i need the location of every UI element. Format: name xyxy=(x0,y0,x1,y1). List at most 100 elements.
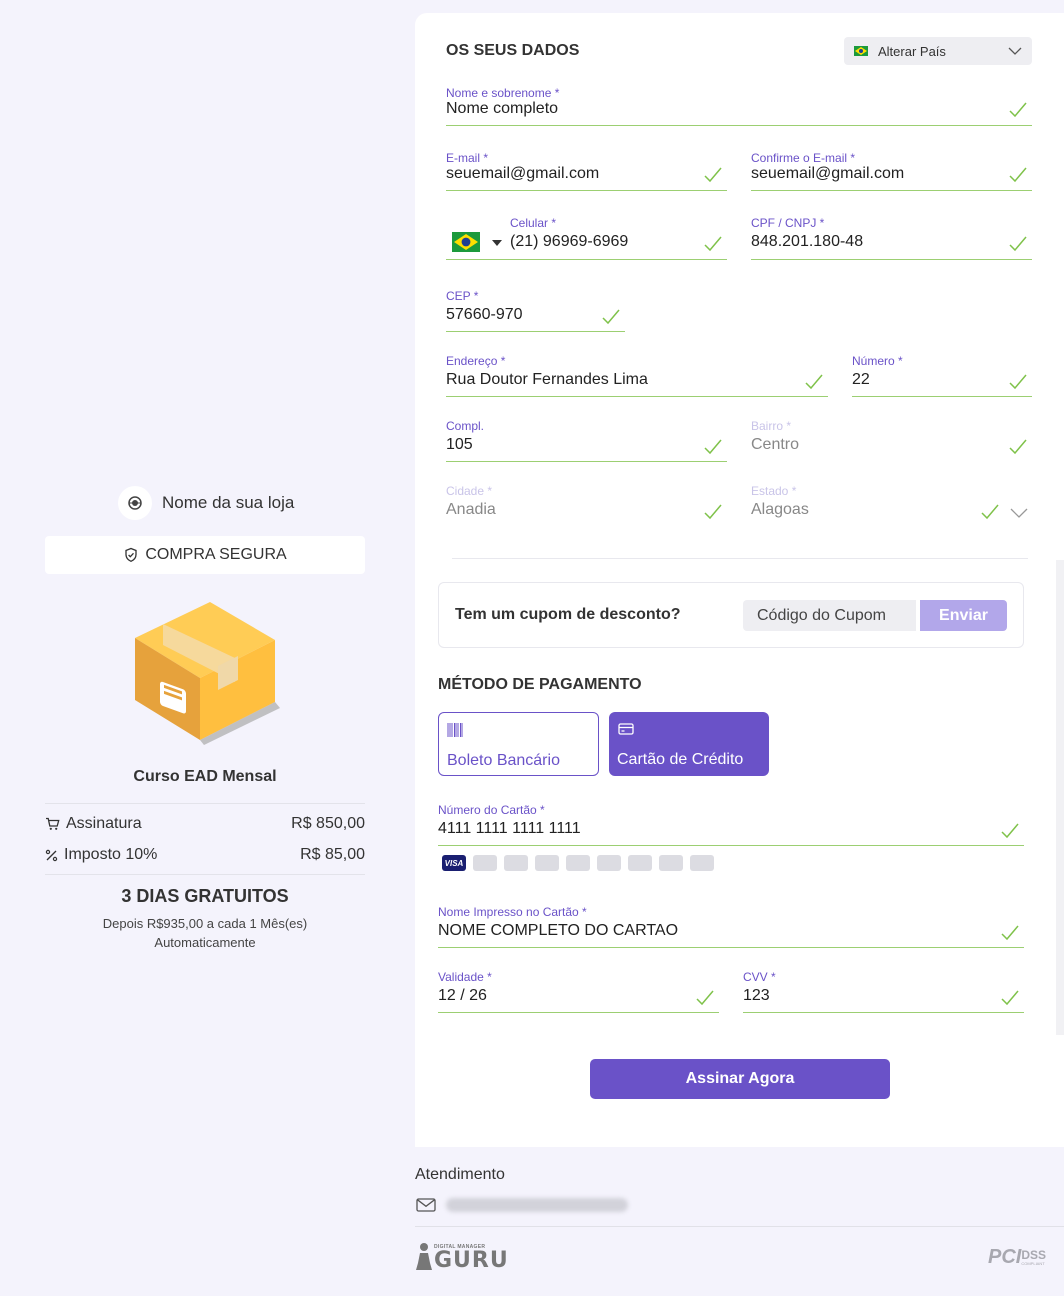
trial-title: 3 DIAS GRATUITOS xyxy=(121,886,289,906)
card-validity-input[interactable]: 12 / 26 xyxy=(438,987,487,1005)
field-label: CVV * xyxy=(743,970,776,984)
trial-description: Depois R$935,00 a cada 1 Mês(es) Automat… xyxy=(45,914,365,952)
card-brands: VISA xyxy=(442,855,714,871)
support-title: Atendimento xyxy=(415,1166,505,1183)
field-label: Número * xyxy=(852,354,903,368)
check-icon xyxy=(1001,990,1019,1006)
card-cvv-input[interactable]: 123 xyxy=(743,987,770,1005)
email-input[interactable]: seuemail@gmail.com xyxy=(446,165,599,183)
card-number-field[interactable]: Número do Cartão * 4111 1111 1111 1111 xyxy=(438,803,1024,846)
summary-line-subscription: Assinatura R$ 850,00 xyxy=(45,815,365,833)
check-icon xyxy=(1009,102,1027,118)
store-header: Nome da sua loja xyxy=(118,486,294,520)
credit-card-icon xyxy=(618,723,634,735)
support-email-redacted xyxy=(446,1198,628,1212)
card-validity-field[interactable]: Validade * 12 / 26 xyxy=(438,970,719,1013)
payment-method-boleto[interactable]: Boleto Bancário xyxy=(438,712,599,776)
check-icon xyxy=(805,374,823,390)
guru-logo-text: GURU xyxy=(434,1248,509,1273)
check-icon xyxy=(1001,823,1019,839)
email-confirm-input[interactable]: seuemail@gmail.com xyxy=(751,165,904,183)
diners-icon xyxy=(535,855,559,871)
field-label: Nome Impresso no Cartão * xyxy=(438,905,587,919)
check-icon xyxy=(696,990,714,1006)
address-field[interactable]: Endereço * Rua Doutor Fernandes Lima xyxy=(446,354,828,397)
scrollbar-track[interactable] xyxy=(1056,560,1064,1035)
check-icon xyxy=(1009,167,1027,183)
check-icon xyxy=(1009,439,1027,455)
personal-data-title: OS SEUS DADOS xyxy=(446,42,580,59)
field-label: Endereço * xyxy=(446,354,506,368)
neighborhood-input: Centro xyxy=(751,436,800,453)
product-box-icon xyxy=(135,602,280,745)
cart-icon xyxy=(46,817,60,830)
check-icon xyxy=(704,167,722,183)
caret-down-icon[interactable] xyxy=(492,240,502,246)
field-label: Validade * xyxy=(438,970,492,984)
complement-field[interactable]: Compl. 105 xyxy=(446,419,727,462)
address-input[interactable]: Rua Doutor Fernandes Lima xyxy=(446,371,648,389)
check-icon xyxy=(602,309,620,325)
pci-logo-text: PCI xyxy=(988,1246,1022,1268)
secure-purchase-badge: COMPRA SEGURA xyxy=(45,536,365,574)
phone-field[interactable]: Celular * (21) 96969-6969 xyxy=(446,216,727,260)
shield-check-icon xyxy=(125,547,137,563)
field-label: CEP * xyxy=(446,289,479,303)
email-field[interactable]: E-mail * seuemail@gmail.com xyxy=(446,151,727,191)
neighborhood-field: Bairro * Centro xyxy=(751,419,1032,462)
change-country-select[interactable]: Alterar País xyxy=(844,37,1032,65)
number-input[interactable]: 22 xyxy=(852,371,870,389)
discover-icon xyxy=(566,855,590,871)
barcode-icon xyxy=(447,723,463,737)
summary-line-tax: Imposto 10% R$ 85,00 xyxy=(45,846,365,864)
complement-input[interactable]: 105 xyxy=(446,436,473,454)
payment-method-title: MÉTODO DE PAGAMENTO xyxy=(438,676,642,693)
coupon-input[interactable]: Código do Cupom xyxy=(743,600,916,631)
cep-field[interactable]: CEP * 57660-970 xyxy=(446,289,625,332)
email-confirm-field[interactable]: Confirme o E-mail * seuemail@gmail.com xyxy=(751,151,1032,191)
secure-label: COMPRA SEGURA xyxy=(145,546,287,563)
city-input: Anadia xyxy=(446,501,496,518)
full-name-field[interactable]: Nome e sobrenome * Nome completo xyxy=(446,86,1032,126)
field-label: Cidade * xyxy=(446,484,493,498)
summary-divider-top xyxy=(45,803,365,804)
field-label: CPF / CNPJ * xyxy=(751,216,825,230)
amex-icon xyxy=(504,855,528,871)
card-name-field[interactable]: Nome Impresso no Cartão * NOME COMPLETO … xyxy=(438,905,1024,948)
coupon-submit-button[interactable]: Enviar xyxy=(920,600,1007,631)
support-email[interactable] xyxy=(416,1198,628,1212)
cep-input[interactable]: 57660-970 xyxy=(446,306,523,324)
cpf-input[interactable]: 848.201.180-48 xyxy=(751,233,863,251)
check-icon xyxy=(704,236,722,252)
number-field[interactable]: Número * 22 xyxy=(852,354,1032,397)
aura-icon xyxy=(690,855,714,871)
subscribe-button[interactable]: Assinar Agora xyxy=(590,1059,890,1099)
field-label: Estado * xyxy=(751,484,797,498)
field-label: E-mail * xyxy=(446,151,489,165)
summary-divider-bottom xyxy=(45,874,365,875)
percent-icon xyxy=(45,849,58,861)
footer-divider xyxy=(415,1226,1064,1227)
elo-icon xyxy=(628,855,652,871)
jcb-icon xyxy=(597,855,621,871)
summary-line-label: Assinatura xyxy=(66,815,142,832)
phone-input[interactable]: (21) 96969-6969 xyxy=(510,233,628,251)
check-icon xyxy=(1001,925,1019,941)
full-name-input[interactable]: Nome completo xyxy=(446,100,558,118)
product-name: Curso EAD Mensal xyxy=(133,768,277,785)
mastercard-icon xyxy=(473,855,497,871)
state-field: Estado * Alagoas xyxy=(751,484,1032,527)
card-name-input[interactable]: NOME COMPLETO DO CARTAO xyxy=(438,922,678,940)
cpf-field[interactable]: CPF / CNPJ * 848.201.180-48 xyxy=(751,216,1032,260)
summary-line-value: R$ 85,00 xyxy=(300,846,365,863)
check-icon xyxy=(704,504,722,520)
summary-line-label: Imposto 10% xyxy=(64,846,158,863)
coupon-question: Tem um cupom de desconto? xyxy=(455,606,681,623)
brazil-flag-icon xyxy=(854,46,868,56)
field-label: Confirme o E-mail * xyxy=(751,151,856,165)
state-select: Alagoas xyxy=(751,501,809,518)
card-number-input[interactable]: 4111 1111 1111 1111 xyxy=(438,820,581,838)
payment-method-credit-card[interactable]: Cartão de Crédito xyxy=(609,712,769,776)
guru-logo: DIGITAL MANAGER GURU xyxy=(416,1242,509,1272)
card-cvv-field[interactable]: CVV * 123 xyxy=(743,970,1024,1013)
